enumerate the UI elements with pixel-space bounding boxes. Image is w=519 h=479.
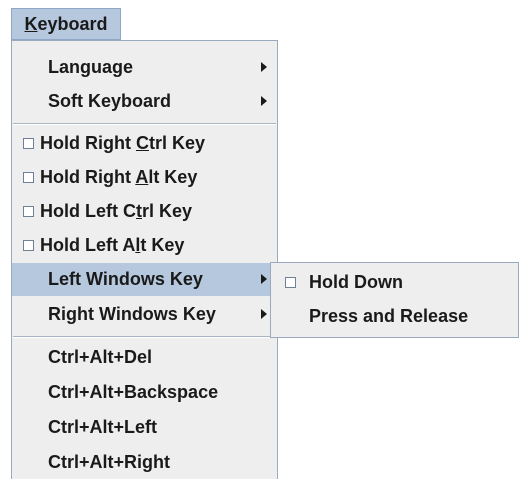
menu-item-label: Soft Keyboard — [48, 91, 172, 111]
menu-item-left-windows-key[interactable]: Left Windows Key — [12, 263, 277, 296]
checkbox-icon — [23, 172, 34, 183]
submenu-item-label: Press and Release — [309, 306, 469, 326]
menu-item-label: Language — [48, 57, 134, 77]
submenu-item-press-and-release[interactable]: Press and Release — [271, 300, 518, 333]
submenu-arrow-icon — [261, 96, 267, 106]
menu-item-right-windows-key[interactable]: Right Windows Key — [12, 298, 277, 331]
menu-item-hold-left-ctrl[interactable]: Hold Left Ctrl Key — [12, 195, 277, 228]
menu-item-label: Hold Right Alt Key — [40, 167, 198, 187]
menu-separator — [13, 123, 276, 125]
menu-item-language[interactable]: Language — [12, 51, 277, 84]
menubar-keyboard-label: Keyboard — [24, 13, 108, 34]
menu-item-hold-left-alt[interactable]: Hold Left Alt Key — [12, 229, 277, 262]
checkbox-icon — [23, 138, 34, 149]
menu-separator — [13, 336, 276, 338]
checkbox-icon — [285, 277, 296, 288]
menu-item-label: Right Windows Key — [48, 304, 216, 324]
menu-item-label: Hold Right Ctrl Key — [40, 133, 206, 153]
menubar-keyboard[interactable]: Keyboard — [11, 8, 121, 40]
menu-item-hold-right-ctrl[interactable]: Hold Right Ctrl Key — [12, 127, 277, 160]
keyboard-menu: Language Soft Keyboard Hold Right Ctrl K… — [11, 40, 278, 479]
left-windows-key-submenu: Hold Down Press and Release — [270, 262, 519, 338]
menu-item-label: Hold Left Alt Key — [40, 235, 185, 255]
checkbox-icon — [23, 240, 34, 251]
menu-item-ctrl-alt-right[interactable]: Ctrl+Alt+Right — [12, 446, 277, 479]
menu-item-label: Left Windows Key — [48, 269, 203, 289]
menu-item-label: Hold Left Ctrl Key — [40, 201, 193, 221]
menu-item-label: Ctrl+Alt+Left — [48, 417, 158, 437]
checkbox-icon — [23, 206, 34, 217]
menu-item-ctrl-alt-del[interactable]: Ctrl+Alt+Del — [12, 341, 277, 374]
menu-item-label: Ctrl+Alt+Backspace — [48, 382, 219, 402]
menu-item-ctrl-alt-left[interactable]: Ctrl+Alt+Left — [12, 411, 277, 444]
menu-item-label: Ctrl+Alt+Del — [48, 347, 153, 367]
menu-item-hold-right-alt[interactable]: Hold Right Alt Key — [12, 161, 277, 194]
submenu-item-hold-down[interactable]: Hold Down — [271, 266, 518, 299]
submenu-arrow-icon — [261, 309, 267, 319]
menu-item-ctrl-alt-backspace[interactable]: Ctrl+Alt+Backspace — [12, 376, 277, 409]
submenu-arrow-icon — [261, 274, 267, 284]
submenu-arrow-icon — [261, 62, 267, 72]
menu-item-label: Ctrl+Alt+Right — [48, 452, 171, 472]
submenu-item-label: Hold Down — [309, 272, 403, 292]
menu-item-soft-keyboard[interactable]: Soft Keyboard — [12, 85, 277, 118]
